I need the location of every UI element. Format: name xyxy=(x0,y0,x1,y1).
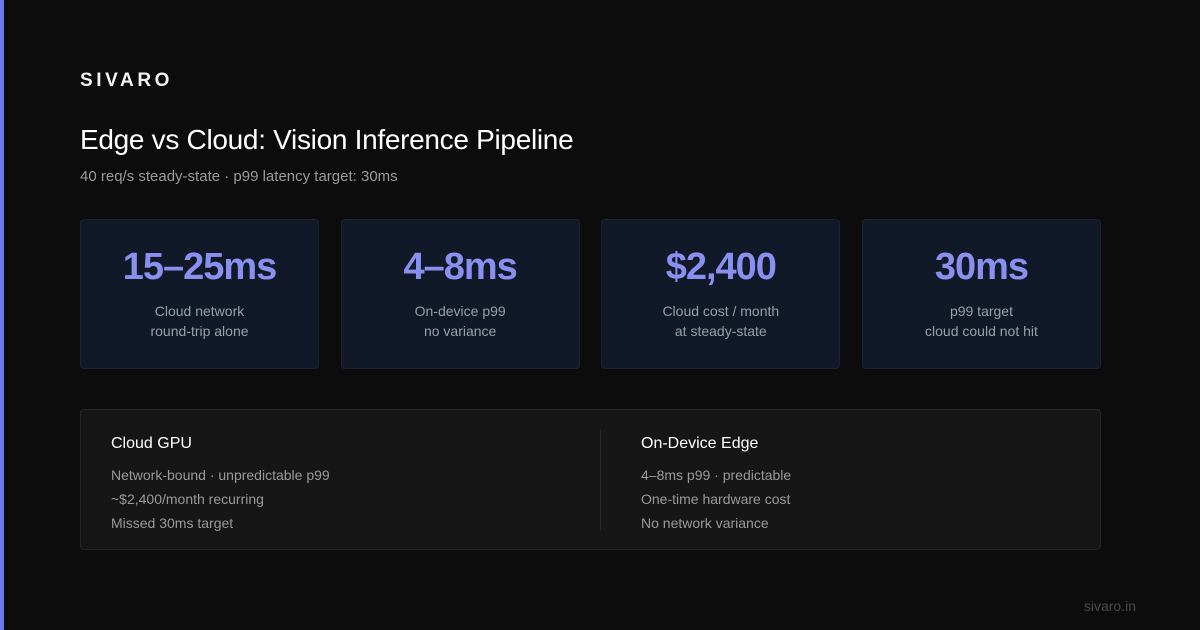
comparison-panel: Cloud GPU Network-bound · unpredictable … xyxy=(80,409,1101,550)
stat-value: $2,400 xyxy=(665,246,777,288)
column-divider xyxy=(600,430,601,530)
page-subtitle: 40 req/s steady-state · p99 latency targ… xyxy=(80,168,398,185)
page-title: Edge vs Cloud: Vision Inference Pipeline xyxy=(80,124,574,155)
stat-label-line: On-device p99 xyxy=(414,303,506,319)
stat-value: 15–25ms xyxy=(122,246,278,288)
stat-value: 4–8ms xyxy=(403,246,517,288)
footer-domain: sivaro.in xyxy=(1083,598,1136,614)
stats-row: 15–25ms Cloud network round-trip alone 4… xyxy=(80,219,1101,369)
accent-bar xyxy=(0,0,4,630)
stat-card-p99-target: 30ms p99 target cloud could not hit xyxy=(861,219,1101,369)
comparison-item: ~$2,400/month recurring xyxy=(111,491,264,507)
comparison-item: No network variance xyxy=(641,515,769,531)
stat-label-line: no variance xyxy=(423,323,497,339)
stat-value: 30ms xyxy=(934,246,1029,288)
stat-card-on-device: 4–8ms On-device p99 no variance xyxy=(340,219,580,369)
stat-label-line: Cloud network xyxy=(154,303,245,319)
brand-logo: SIVARO xyxy=(80,70,174,91)
stat-label-line: cloud could not hit xyxy=(925,323,1038,339)
comparison-heading: Cloud GPU xyxy=(111,435,192,452)
stat-label: Cloud cost / month at steady-state xyxy=(602,301,839,341)
comparison-heading: On-Device Edge xyxy=(641,435,759,452)
stat-label: p99 target cloud could not hit xyxy=(863,301,1100,341)
stat-label-line: p99 target xyxy=(949,303,1013,319)
stat-label: Cloud network round-trip alone xyxy=(81,301,318,341)
stat-label-line: Cloud cost / month xyxy=(662,303,780,319)
stat-label-line: round-trip alone xyxy=(150,323,249,339)
comparison-item: Network-bound · unpredictable p99 xyxy=(111,467,330,483)
stat-card-cloud-network: 15–25ms Cloud network round-trip alone xyxy=(80,219,319,369)
stat-label-line: at steady-state xyxy=(674,323,767,339)
stat-label: On-device p99 no variance xyxy=(342,301,579,341)
comparison-item: 4–8ms p99 · predictable xyxy=(641,467,792,483)
comparison-column-cloud: Cloud GPU Network-bound · unpredictable … xyxy=(111,434,330,535)
comparison-item: One-time hardware cost xyxy=(641,491,791,507)
comparison-item: Missed 30ms target xyxy=(111,515,234,531)
stat-card-cloud-cost: $2,400 Cloud cost / month at steady-stat… xyxy=(601,219,841,369)
comparison-column-edge: On-Device Edge 4–8ms p99 · predictable O… xyxy=(641,434,791,535)
